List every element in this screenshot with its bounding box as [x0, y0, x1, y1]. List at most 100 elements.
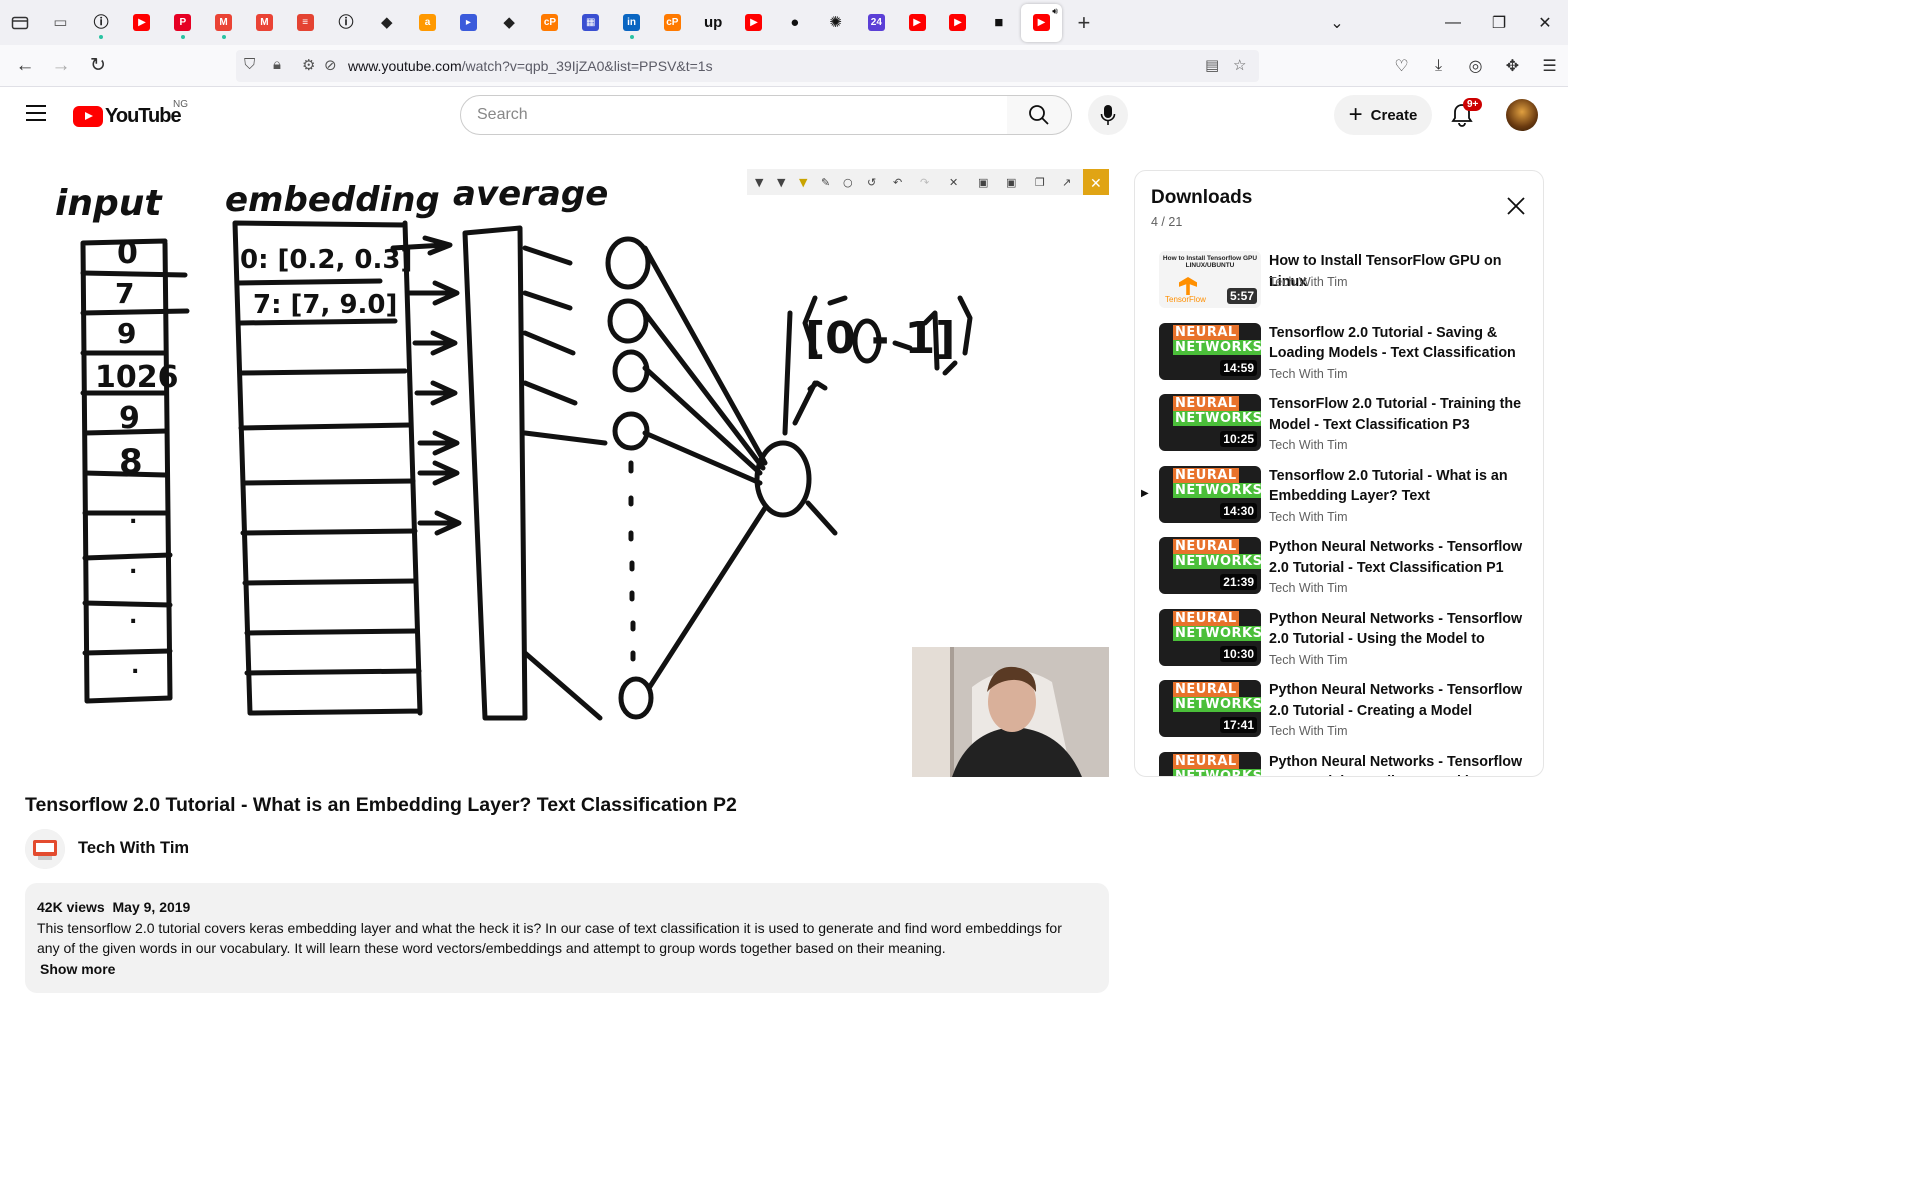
- channel-name[interactable]: Tech With Tim: [78, 839, 189, 858]
- search-input[interactable]: Search: [460, 95, 1008, 135]
- thumbnail-text: NEURAL: [1173, 467, 1239, 483]
- browser-tab[interactable]: ◆: [489, 0, 530, 45]
- account-icon[interactable]: ◎: [1457, 56, 1494, 76]
- reader-view-icon[interactable]: ▤: [1205, 56, 1219, 74]
- new-tab-button[interactable]: +: [1064, 10, 1104, 36]
- address-bar[interactable]: ⛉ 🔒︎ ⚙ ⊘ www.youtube.com/watch?v=qpb_39I…: [236, 50, 1259, 82]
- tracking-shield-icon[interactable]: ⛉: [244, 56, 255, 73]
- playlist-item[interactable]: NEURAL NETWORKS 10:30 Python Neural Netwo…: [1135, 608, 1543, 675]
- browser-tab[interactable]: ▶: [122, 0, 163, 45]
- minimize-button[interactable]: —: [1430, 14, 1476, 32]
- create-button[interactable]: + Create: [1334, 95, 1432, 135]
- browser-tab[interactable]: ▶: [734, 0, 775, 45]
- autoplay-blocked-icon[interactable]: ⊘: [324, 56, 337, 74]
- playlist-item[interactable]: NEURAL NETWORKS 21:39 Python Neural Netwo…: [1135, 537, 1543, 603]
- playlist-title[interactable]: Downloads: [1151, 187, 1252, 209]
- svg-text:▣: ▣: [978, 176, 988, 189]
- browser-tab[interactable]: ◆: [366, 0, 407, 45]
- menu-icon[interactable]: ☰: [1531, 56, 1568, 76]
- extensions-icon[interactable]: ✥: [1494, 56, 1531, 76]
- reload-button[interactable]: ↻: [86, 54, 110, 78]
- youtube-logo[interactable]: YouTube: [73, 105, 182, 128]
- playlist-item-title[interactable]: Python Neural Networks - Tensorflow 2.0 …: [1269, 680, 1531, 721]
- playlist-item-channel[interactable]: Tech With Tim: [1269, 724, 1348, 738]
- guide-menu-icon[interactable]: [26, 105, 46, 121]
- search-button[interactable]: [1007, 95, 1072, 135]
- video-thumbnail[interactable]: NEURAL NETWORKS: [1159, 751, 1261, 776]
- voice-search-button[interactable]: [1088, 95, 1128, 135]
- close-icon[interactable]: [1505, 195, 1527, 217]
- svg-text:↺: ↺: [867, 176, 876, 189]
- video-thumbnail[interactable]: NEURAL NETWORKS 14:30: [1159, 465, 1261, 523]
- browser-tab[interactable]: ⓘ: [81, 0, 122, 45]
- show-more-button[interactable]: Show more: [40, 959, 1097, 980]
- playlist-item-title[interactable]: Python Neural Networks - Tensorflow 2.0 …: [1269, 752, 1531, 777]
- playlist-item[interactable]: NEURAL NETWORKS 14:59 Tensorflow 2.0 Tuto…: [1135, 322, 1543, 389]
- playlist-item-title[interactable]: TensorFlow 2.0 Tutorial - Training the M…: [1269, 394, 1531, 435]
- tab-list-icon[interactable]: [0, 0, 40, 45]
- video-thumbnail[interactable]: NEURAL NETWORKS 14:59: [1159, 322, 1261, 380]
- account-avatar[interactable]: [1506, 99, 1538, 131]
- playlist-item[interactable]: How to Install Tensorflow GPU LINUX/UBUN…: [1135, 251, 1543, 317]
- playlist-item-channel[interactable]: Tech With Tim: [1269, 653, 1348, 667]
- browser-tab[interactable]: ▸: [448, 0, 489, 45]
- browser-tab[interactable]: cP: [652, 0, 693, 45]
- restore-button[interactable]: ❐: [1476, 13, 1522, 33]
- video-thumbnail[interactable]: NEURAL NETWORKS 17:41: [1159, 680, 1261, 737]
- browser-tab[interactable]: ■: [978, 0, 1019, 45]
- browser-tab[interactable]: ✺: [815, 0, 856, 45]
- browser-tab[interactable]: P: [162, 0, 203, 45]
- playlist-item-title[interactable]: Tensorflow 2.0 Tutorial - What is an Emb…: [1269, 466, 1531, 507]
- browser-tab[interactable]: a: [407, 0, 448, 45]
- playlist-item[interactable]: NEURAL NETWORKS 10:25 TensorFlow 2.0 Tuto…: [1135, 394, 1543, 460]
- video-thumbnail[interactable]: NEURAL NETWORKS 10:25: [1159, 394, 1261, 451]
- close-window-button[interactable]: ✕: [1522, 13, 1568, 33]
- browser-tab[interactable]: ▶ 🔊︎: [1021, 3, 1062, 42]
- forward-button[interactable]: →: [49, 54, 73, 78]
- playlist-item-channel[interactable]: Tech With Tim: [1269, 438, 1348, 452]
- back-button[interactable]: ←: [13, 54, 37, 78]
- playlist-item[interactable]: NEURAL NETWORKS Python Neural Networks -…: [1135, 751, 1543, 777]
- browser-tab[interactable]: M: [244, 0, 285, 45]
- video-thumbnail[interactable]: How to Install Tensorflow GPU LINUX/UBUN…: [1159, 251, 1261, 308]
- window-controls: ⌄ — ❐ ✕: [1314, 0, 1568, 45]
- playlist-item-title[interactable]: Python Neural Networks - Tensorflow 2.0 …: [1269, 609, 1531, 650]
- lock-icon[interactable]: 🔒︎: [273, 56, 281, 73]
- browser-tab[interactable]: ≡: [285, 0, 326, 45]
- tab-strip: ▭ ⓘ ▶ P M M ≡ ⓘ ◆ a ▸ ◆ cP ▦ in cP up ▶ ● ✺ 24 ▶ ▶ ■ ▶ 🔊︎: [40, 0, 1064, 45]
- annotation-toolbar[interactable]: ✕ ▼ ▼ ▼ ✎ ○ ↺ ↶ ↷ ✕ ▣ ▣ ❐ ↗: [747, 169, 1109, 195]
- playlist-item[interactable]: NEURAL NETWORKS 17:41 Python Neural Netwo…: [1135, 680, 1543, 746]
- document-icon: ▦: [582, 14, 600, 31]
- playlist-item[interactable]: ▶ NEURAL NETWORKS 14:30 Tensorflow 2.0 Tu…: [1135, 465, 1543, 532]
- playlist-item-channel[interactable]: Tech With Tim: [1269, 367, 1348, 381]
- browser-tab[interactable]: M: [203, 0, 244, 45]
- browser-tab[interactable]: 24: [856, 0, 897, 45]
- playlist-item-title[interactable]: Tensorflow 2.0 Tutorial - Saving & Loadi…: [1269, 323, 1531, 364]
- tab-audio-icon[interactable]: 🔊︎: [1052, 6, 1058, 17]
- list-all-tabs-icon[interactable]: ⌄: [1314, 13, 1360, 33]
- browser-tab[interactable]: ▦: [570, 0, 611, 45]
- video-thumbnail[interactable]: NEURAL NETWORKS 10:30: [1159, 608, 1261, 666]
- playlist-item-title[interactable]: Python Neural Networks - Tensorflow 2.0 …: [1269, 537, 1531, 578]
- firefox-view-icon: ▭: [53, 14, 68, 31]
- bookmark-star-icon[interactable]: ☆: [1233, 56, 1246, 74]
- permissions-icon[interactable]: ⚙: [302, 56, 315, 74]
- video-player[interactable]: input embedding average 0: [0.2, 0.3] 7:…: [25, 153, 1109, 777]
- thumbnail-text: NEURAL: [1173, 753, 1239, 769]
- playlist-item-channel[interactable]: Tech With Tim: [1269, 581, 1348, 595]
- browser-tab[interactable]: ●: [774, 0, 815, 45]
- channel-avatar[interactable]: [25, 829, 65, 869]
- browser-tab[interactable]: ▭: [40, 0, 81, 45]
- description-box[interactable]: 42K views May 9, 2019 This tensorflow 2.…: [25, 883, 1109, 993]
- browser-tab[interactable]: cP: [530, 0, 571, 45]
- browser-tab[interactable]: ▶: [938, 0, 979, 45]
- browser-tab[interactable]: up: [693, 0, 734, 45]
- downloads-icon[interactable]: ⤓: [1420, 57, 1457, 75]
- pocket-icon[interactable]: ♡: [1383, 56, 1420, 76]
- playlist-item-channel[interactable]: Tech With Tim: [1269, 510, 1348, 524]
- browser-tab[interactable]: ▶: [897, 0, 938, 45]
- browser-tab[interactable]: in: [611, 0, 652, 45]
- video-thumbnail[interactable]: NEURAL NETWORKS 21:39: [1159, 537, 1261, 594]
- browser-tab[interactable]: ⓘ: [326, 0, 367, 45]
- playlist-item-channel[interactable]: Tech With Tim: [1269, 275, 1348, 289]
